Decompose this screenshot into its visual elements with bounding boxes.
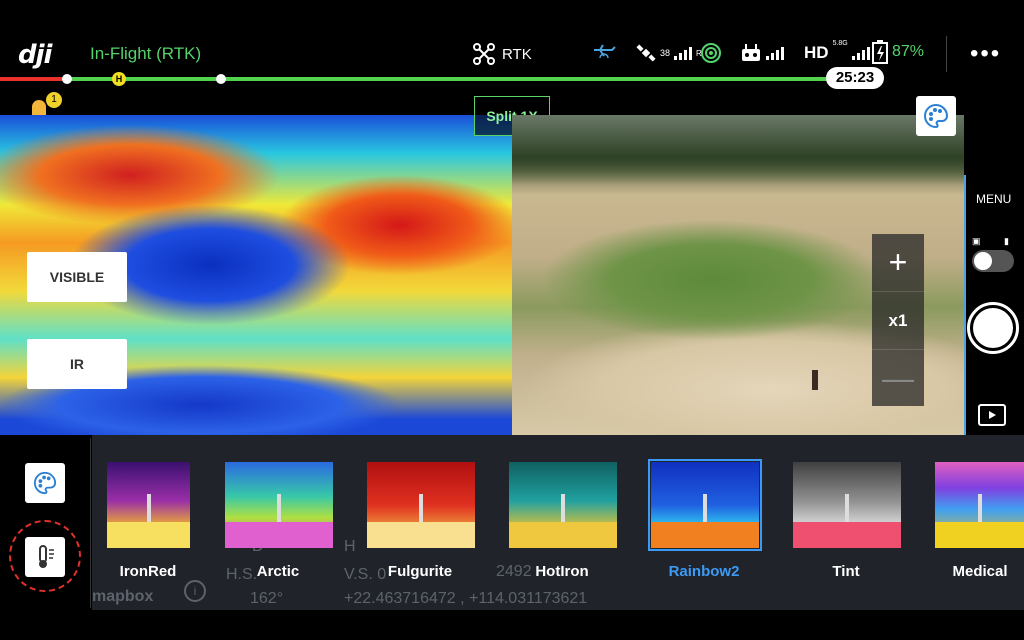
person-figure: [812, 370, 818, 390]
controller-icon: [742, 44, 760, 61]
zoom-out-button[interactable]: —: [872, 350, 924, 407]
hd-label: HD: [804, 43, 829, 62]
pin-badge: 1: [46, 92, 62, 108]
video-link-signal[interactable]: HD 5.8G: [804, 40, 870, 66]
temperature-measure-button[interactable]: [25, 537, 65, 577]
satellite-icon: [636, 44, 656, 62]
timeline-track-progress: [66, 77, 846, 81]
palette-label-medical[interactable]: Medical: [938, 563, 1022, 580]
palette-label-ironred[interactable]: IronRed: [98, 563, 198, 580]
palette-thumb-medical[interactable]: [935, 462, 1024, 548]
photo-mode-icon: ▣: [972, 236, 981, 246]
header-divider: [946, 36, 947, 72]
photo-video-toggle[interactable]: [972, 250, 1014, 272]
visible-button[interactable]: VISIBLE: [27, 252, 127, 302]
play-icon: [989, 411, 996, 419]
video-signal-bars: [851, 46, 870, 60]
rtk-label: RTK: [502, 45, 532, 63]
strip-divider: [90, 438, 91, 608]
palette-toggle-button[interactable]: [916, 96, 956, 136]
video-mode-icon: ▮: [1004, 236, 1009, 246]
flight-time: 25:23: [826, 67, 884, 89]
tree-line: [512, 115, 964, 185]
flight-status[interactable]: In-Flight (RTK): [90, 44, 201, 64]
heading-value: 162°: [250, 590, 284, 607]
palette-icon: [924, 103, 949, 129]
timeline-waypoint-dot[interactable]: [216, 74, 226, 84]
camera-menu-button[interactable]: MENU: [976, 192, 1011, 206]
battery-icon: [872, 40, 888, 64]
remote-controller-signal[interactable]: [740, 40, 784, 66]
rtk-fix-indicator[interactable]: [700, 40, 722, 66]
timeline-track-remaining: [0, 77, 66, 81]
palette-thumb-ironred[interactable]: [107, 462, 190, 548]
gps-signal[interactable]: 38 R: [636, 40, 702, 66]
zoom-control: + x1 —: [872, 234, 924, 406]
battery-status[interactable]: 87%: [872, 40, 924, 64]
palette-label-fulgurite[interactable]: Fulgurite: [370, 563, 470, 580]
palette-label-hotiron[interactable]: HotIron: [512, 563, 612, 580]
coordinates: +22.463716472 , +114.031173621: [344, 590, 588, 607]
palette-label-rainbow2[interactable]: Rainbow2: [654, 563, 754, 580]
palette-icon: [33, 471, 57, 495]
playback-button[interactable]: [978, 404, 1006, 426]
map-info-icon[interactable]: i: [184, 580, 206, 602]
rtk-fix-icon: [701, 43, 721, 63]
palette-thumb-arctic[interactable]: [225, 462, 333, 548]
drone-icon: [473, 43, 495, 65]
dji-logo: dji: [18, 40, 52, 70]
flight-mode-indicator[interactable]: [592, 40, 616, 66]
shutter-button[interactable]: [967, 302, 1019, 354]
palette-label-arctic[interactable]: Arctic: [228, 563, 328, 580]
satellite-count: 38: [660, 48, 671, 58]
palette-thumb-hotiron[interactable]: [509, 462, 617, 548]
rtk-status[interactable]: RTK: [472, 42, 532, 66]
controller-signal-bars: [766, 46, 784, 60]
palette-thumb-tint[interactable]: [793, 462, 901, 548]
palette-label-tint[interactable]: Tint: [796, 563, 896, 580]
palette-selector-button[interactable]: [25, 463, 65, 503]
height-label: H: [344, 538, 356, 555]
timeline-start-dot[interactable]: [62, 74, 72, 84]
palette-thumb-fulgurite[interactable]: [367, 462, 475, 548]
thermometer-icon: [39, 545, 54, 568]
more-menu-button[interactable]: •••: [970, 40, 1001, 68]
ir-button[interactable]: IR: [27, 339, 127, 389]
zoom-level: x1: [872, 292, 924, 350]
palette-thumb-rainbow2[interactable]: [648, 459, 762, 551]
zoom-in-button[interactable]: +: [872, 234, 924, 292]
airplane-icon: [594, 44, 616, 59]
hd-band: 5.8G: [832, 40, 848, 47]
mapbox-logo: mapbox: [92, 588, 154, 605]
home-point-marker[interactable]: H: [112, 72, 126, 86]
gps-signal-bars: [674, 46, 693, 60]
battery-percent: 87%: [892, 43, 925, 60]
